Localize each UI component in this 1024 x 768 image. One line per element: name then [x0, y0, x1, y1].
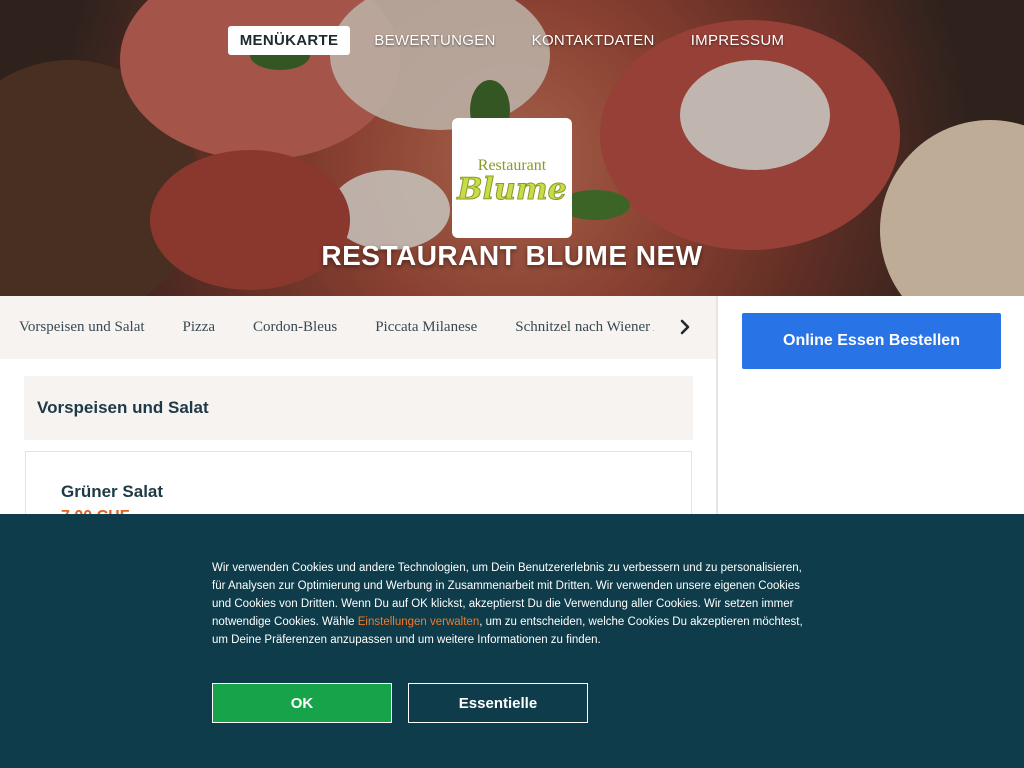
category-pizza[interactable]: Pizza — [183, 319, 215, 336]
category-piccata[interactable]: Piccata Milanese — [375, 319, 477, 336]
category-schnitzel[interactable]: Schnitzel nach Wiener Art — [515, 319, 654, 336]
ok-button[interactable]: OK — [212, 683, 392, 723]
top-navigation: MENÜKARTE BEWERTUNGEN KONTAKTDATEN IMPRE… — [0, 26, 1024, 55]
manage-settings-link[interactable]: Einstellungen verwalten — [358, 616, 479, 628]
hero-banner: MENÜKARTE BEWERTUNGEN KONTAKTDATEN IMPRE… — [0, 0, 1024, 296]
restaurant-logo: Restaurant Blume — [452, 118, 572, 238]
section-title: Vorspeisen und Salat — [37, 398, 209, 417]
cookie-banner: Wir verwenden Cookies und andere Technol… — [0, 514, 1024, 768]
nav-bewertungen[interactable]: BEWERTUNGEN — [362, 26, 507, 55]
menu-item-name: Grüner Salat — [61, 482, 164, 501]
category-cordon-bleus[interactable]: Cordon-Bleus — [253, 319, 337, 336]
category-vorspeisen[interactable]: Vorspeisen und Salat — [19, 319, 145, 336]
nav-impressum[interactable]: IMPRESSUM — [679, 26, 797, 55]
category-list: Vorspeisen und Salat Pizza Cordon-Bleus … — [0, 319, 654, 336]
logo-line-blume: Blume — [457, 172, 567, 207]
nav-kontaktdaten[interactable]: KONTAKTDATEN — [520, 26, 667, 55]
essential-button[interactable]: Essentielle — [408, 683, 588, 723]
chevron-right-icon[interactable] — [674, 316, 696, 338]
restaurant-title: RESTAURANT BLUME NEW — [321, 240, 703, 271]
order-online-button[interactable]: Online Essen Bestellen — [742, 313, 1001, 369]
category-tabs: Vorspeisen und Salat Pizza Cordon-Bleus … — [0, 296, 716, 359]
section-header: Vorspeisen und Salat — [24, 376, 693, 440]
nav-menukarte[interactable]: MENÜKARTE — [227, 26, 351, 55]
cookie-text: Wir verwenden Cookies und andere Technol… — [212, 559, 818, 649]
